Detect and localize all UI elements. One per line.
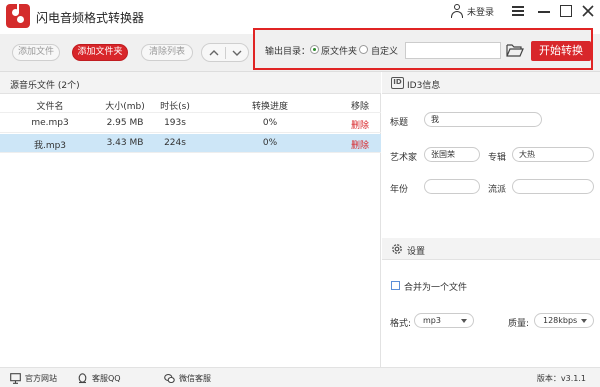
column-header: 转换进度 — [251, 102, 288, 112]
qq-link[interactable]: 客服QQ — [77, 372, 121, 384]
cell-duration: 193s — [164, 118, 186, 128]
app-music-logo-icon — [6, 3, 30, 28]
year-field[interactable] — [424, 179, 480, 194]
details-panel: ID ID3信息 标题 艺术家 专辑 年份 流派 设置 合并为一个文件 格式: … — [382, 72, 600, 367]
wechat-label: 微信客服 — [179, 373, 211, 383]
wechat-link[interactable]: 微信客服 — [164, 372, 211, 384]
genre-label: 流派 — [488, 185, 507, 195]
id3-header: ID ID3信息 — [382, 72, 600, 94]
album-field[interactable] — [512, 147, 594, 162]
settings-title: 设置 — [407, 247, 426, 257]
start-convert-button[interactable]: 开始转换 — [531, 41, 591, 61]
radio-original-folder[interactable] — [310, 45, 319, 54]
year-label: 年份 — [390, 185, 409, 195]
clear-list-button[interactable]: 清除列表 — [141, 44, 193, 61]
id3-title: ID3信息 — [407, 81, 441, 91]
website-label: 官方网站 — [25, 373, 57, 383]
source-title: 源音乐文件 (2个) — [10, 81, 80, 91]
cell-progress: 0% — [262, 138, 278, 148]
remove-link[interactable]: 删除 — [345, 118, 375, 131]
source-header: 源音乐文件 (2个) — [0, 72, 381, 94]
quality-value: 128kbps — [543, 316, 578, 325]
id3-icon: ID — [391, 77, 404, 89]
artist-label: 艺术家 — [390, 153, 418, 163]
column-header: 文件名 — [36, 102, 64, 112]
title-label: 标题 — [390, 118, 409, 128]
merge-checkbox[interactable] — [391, 281, 400, 290]
version-label: 版本：v3.1.1 — [536, 374, 586, 383]
cell-size: 2.95 MB — [106, 118, 144, 128]
format-value: mp3 — [423, 316, 441, 325]
wechat-icon — [164, 373, 175, 384]
hamburger-menu-icon[interactable] — [510, 3, 526, 19]
cell-filename: me.mp3 — [31, 118, 69, 128]
title-field[interactable] — [424, 112, 542, 127]
column-header: 时长(s) — [160, 102, 190, 112]
quality-label: 质量: — [508, 319, 530, 329]
radio-original-folder-label: 原文件夹 — [321, 47, 358, 57]
cell-duration: 224s — [164, 138, 186, 148]
table-header: 文件名 大小(mb) 时长(s) 转换进度 移除 — [0, 95, 381, 113]
output-path-input[interactable] — [405, 42, 501, 59]
table-row[interactable]: 我.mp3 3.43 MB 224s 0% 删除 — [0, 134, 381, 153]
column-header: 移除 — [350, 102, 369, 112]
arrow-up-icon[interactable] — [209, 48, 219, 58]
add-folder-button[interactable]: 添加文件夹 — [72, 44, 128, 61]
merge-label: 合并为一个文件 — [404, 283, 468, 293]
gear-icon — [390, 242, 404, 256]
minimize-icon[interactable] — [536, 3, 552, 19]
artist-field[interactable] — [424, 147, 480, 162]
close-icon[interactable] — [580, 3, 596, 19]
output-directory-panel: 输出目录： 原文件夹 自定义 开始转换 — [253, 28, 593, 70]
radio-custom-folder[interactable] — [359, 45, 368, 54]
move-arrows — [201, 43, 249, 62]
user-icon — [450, 4, 464, 18]
website-link[interactable]: 官方网站 — [10, 372, 57, 384]
album-label: 专辑 — [488, 153, 507, 163]
genre-field[interactable] — [512, 179, 594, 194]
open-folder-icon[interactable] — [506, 43, 524, 57]
quality-select[interactable]: 128kbps — [534, 313, 594, 328]
qq-label: 客服QQ — [92, 373, 121, 383]
chevron-down-icon — [461, 319, 467, 323]
format-label: 格式: — [390, 319, 412, 329]
radio-custom-folder-label: 自定义 — [371, 47, 399, 57]
login-button[interactable]: 未登录 — [450, 3, 494, 19]
app-title: 闪电音频格式转换器 — [36, 11, 145, 25]
monitor-icon — [10, 372, 21, 384]
cell-filename: 我.mp3 — [33, 141, 67, 151]
column-header: 大小(mb) — [105, 102, 145, 112]
output-directory-label: 输出目录： — [265, 47, 311, 57]
arrow-down-icon[interactable] — [232, 48, 242, 58]
settings-header: 设置 — [382, 238, 600, 260]
table-row[interactable]: me.mp3 2.95 MB 193s 0% 删除 — [0, 114, 381, 133]
cell-progress: 0% — [262, 118, 278, 128]
qq-icon — [77, 372, 88, 384]
status-bar: 官方网站 客服QQ 微信客服 版本：v3.1.1 — [0, 367, 600, 387]
remove-link[interactable]: 删除 — [345, 138, 375, 151]
add-file-button[interactable]: 添加文件 — [12, 44, 60, 61]
source-files-panel: 源音乐文件 (2个) 文件名 大小(mb) 时长(s) 转换进度 移除 me.m… — [0, 72, 381, 367]
chevron-down-icon — [581, 319, 587, 323]
maximize-icon[interactable] — [558, 3, 574, 19]
cell-size: 3.43 MB — [106, 138, 144, 148]
format-select[interactable]: mp3 — [414, 313, 474, 328]
login-label: 未登录 — [467, 7, 495, 18]
